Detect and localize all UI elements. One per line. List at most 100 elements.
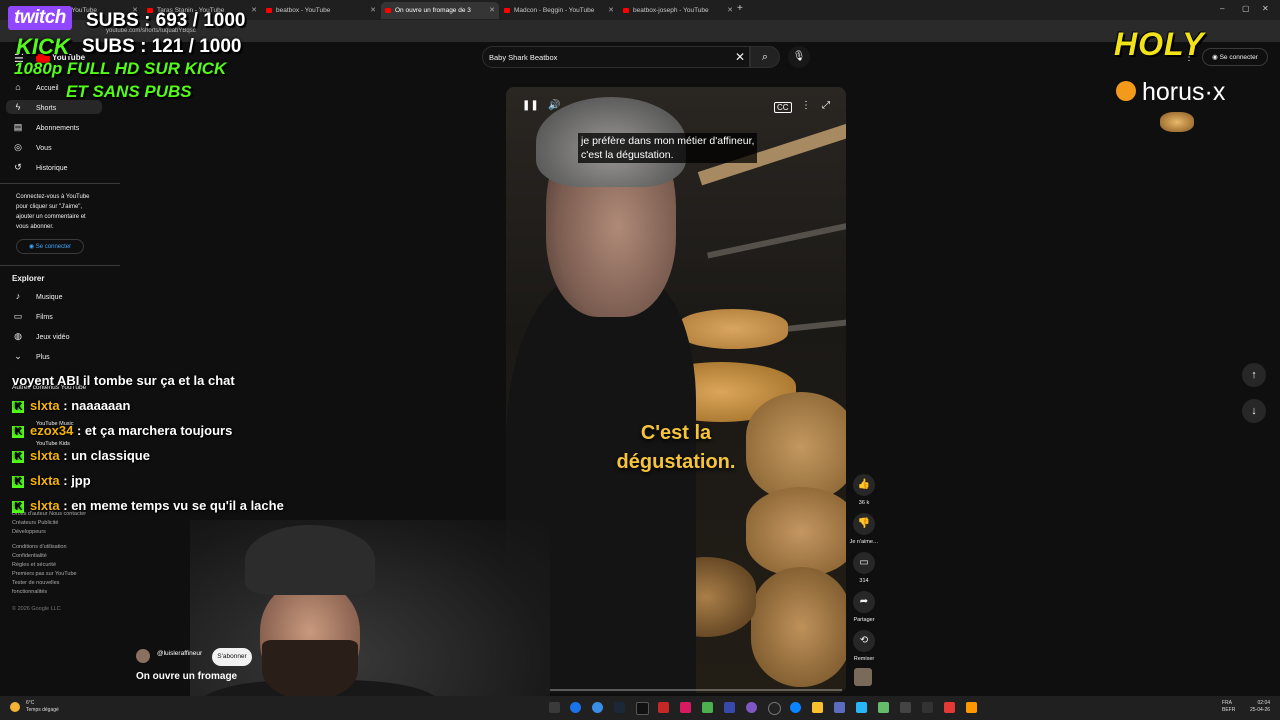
sidebar-item-shorts[interactable]: ϟ Shorts <box>6 100 102 114</box>
app-icon[interactable] <box>724 702 735 713</box>
comments-button[interactable]: ▭ 314 <box>852 552 876 584</box>
app-icon[interactable] <box>658 702 669 713</box>
fullscreen-icon[interactable]: ⤢ <box>822 100 830 111</box>
subscribe-button[interactable]: S'abonner <box>212 648 252 666</box>
vlc-icon[interactable] <box>966 702 977 713</box>
sidebar-item-music[interactable]: ♪ Musique <box>12 289 63 303</box>
edge-icon[interactable] <box>790 702 801 713</box>
chat-username: slxta <box>30 473 60 488</box>
next-short-button[interactable]: ↓ <box>1242 399 1266 423</box>
app-icon[interactable] <box>944 702 955 713</box>
app-icon[interactable] <box>834 702 845 713</box>
shorts-icon: ϟ <box>15 102 21 112</box>
video-burned-caption: C'est la dégustation. <box>566 419 786 477</box>
footer-link[interactable]: Conditions d'utilisation <box>12 543 77 552</box>
signin-prompt: Connectez-vous à YouTube pour cliquer su… <box>16 192 90 232</box>
app-icon[interactable] <box>922 702 933 713</box>
close-tab-icon[interactable]: ✕ <box>489 2 495 19</box>
search-icon: ⌕ <box>761 51 769 63</box>
app-icon[interactable] <box>856 702 867 713</box>
sidebar-item-subscriptions[interactable]: ▤ Abonnements <box>12 120 79 134</box>
sidebar-label: Historique <box>36 165 68 172</box>
sidebar-item-home[interactable]: ⌂ Accueil <box>12 80 59 94</box>
browser-tab[interactable]: beatbox - YouTube ✕ <box>262 2 380 19</box>
search-button[interactable]: ⌕ <box>750 46 780 68</box>
chrome-icon[interactable] <box>570 702 581 713</box>
chat-text: : un classique <box>59 448 150 463</box>
audio-thumbnail[interactable] <box>854 668 872 686</box>
app-icon[interactable] <box>702 702 713 713</box>
steam-icon[interactable] <box>614 702 625 713</box>
sidebar-item-more[interactable]: ⌄ Plus <box>12 349 49 363</box>
pause-icon[interactable]: ❚❚ <box>522 100 539 111</box>
signin-prompt-line: vous abonner. <box>16 224 54 230</box>
footer-link[interactable]: fonctionnalités <box>12 588 77 597</box>
remix-button[interactable]: ⟲ Remixer <box>852 630 876 662</box>
browser-tab[interactable]: Madcon - Beggin - YouTube ✕ <box>500 2 618 19</box>
video-subtitle: je préfère dans mon métier d'affineur, c… <box>578 133 758 163</box>
dislike-button[interactable]: 👎 Je n'aime… <box>846 513 882 545</box>
remix-icon: ⟲ <box>853 630 875 652</box>
footer-link[interactable]: Développeurs <box>12 528 86 537</box>
share-button[interactable]: ➦ Partager <box>852 591 876 623</box>
channel-name[interactable]: @luisleraffineur <box>157 650 202 657</box>
sidebar-label: Accueil <box>36 85 59 92</box>
close-tab-icon[interactable]: ✕ <box>370 2 376 19</box>
shorts-video-player[interactable]: ❚❚ 🔊 CC ⋮ ⤢ je préfère dans mon métier d… <box>506 87 846 693</box>
captions-icon[interactable]: CC <box>774 102 792 113</box>
weather-widget[interactable]: 6°C Temps dégagé <box>26 700 59 714</box>
voice-search-button[interactable]: 🎙 <box>788 46 810 68</box>
channel-avatar[interactable] <box>136 649 150 663</box>
like-button[interactable]: 👍 36 k <box>852 474 876 506</box>
clear-search-icon[interactable]: ✕ <box>735 50 745 64</box>
sidebar-label: Vous <box>36 145 52 152</box>
sidebar-item-history[interactable]: ↺ Historique <box>12 160 68 174</box>
close-tab-icon[interactable]: ✕ <box>608 2 614 19</box>
app-icon[interactable] <box>680 702 691 713</box>
video-progress-bar[interactable] <box>510 689 842 691</box>
app-icon[interactable] <box>878 702 889 713</box>
volume-icon[interactable]: 🔊 <box>548 100 560 111</box>
top-signin-button[interactable]: ◉ Se connecter <box>1202 48 1268 66</box>
film-icon: ▭ <box>13 311 23 321</box>
horus-logo-icon <box>1116 81 1136 101</box>
folder-icon[interactable] <box>812 702 823 713</box>
comment-icon: ▭ <box>853 552 875 574</box>
footer-link[interactable]: Confidentialité <box>12 552 77 561</box>
browser-tab-active[interactable]: On ouvre un fromage de 3 ✕ <box>381 2 499 19</box>
previous-short-button[interactable]: ↑ <box>1242 363 1266 387</box>
close-tab-icon[interactable]: ✕ <box>727 2 733 19</box>
thumbs-down-icon: 👎 <box>853 513 875 535</box>
close-window-icon[interactable]: ✕ <box>1262 4 1269 13</box>
sidebar-item-you[interactable]: ◎ Vous <box>12 140 52 154</box>
sidebar-item-gaming[interactable]: ◍ Jeux vidéo <box>12 329 69 343</box>
promo-line-2: ET SANS PUBS <box>66 82 192 101</box>
footer-link[interactable]: Tester de nouvelles <box>12 579 77 588</box>
weather-icon[interactable] <box>10 702 20 712</box>
streamer-webcam <box>190 520 550 720</box>
system-clock[interactable]: 02:04 25-04-26 <box>1250 700 1270 714</box>
sidebar-divider <box>0 265 120 266</box>
app-icon[interactable] <box>636 702 649 715</box>
sidebar-signin-button[interactable]: ◉ Se connecter <box>16 239 84 254</box>
app-icon[interactable] <box>900 702 911 713</box>
more-icon[interactable]: ⋮ <box>801 100 811 111</box>
likes-count: 36 k <box>858 500 870 506</box>
browser-tab[interactable]: beatbox-joseph - YouTube ✕ <box>619 2 737 19</box>
subtitle-line: je préfère dans mon métier d'affineur, <box>581 135 755 147</box>
maximize-icon[interactable]: ▢ <box>1242 4 1250 13</box>
clock-time: 02:04 <box>1257 700 1271 706</box>
footer-link[interactable]: Règles et sécurité <box>12 561 77 570</box>
app-icon[interactable] <box>768 702 781 715</box>
app-icon[interactable] <box>746 702 757 713</box>
footer-link[interactable]: Créateurs Publicité <box>12 519 86 528</box>
footer-link[interactable]: Premiers pas sur YouTube <box>12 570 77 579</box>
start-icon[interactable] <box>549 702 560 713</box>
close-tab-icon[interactable]: ✕ <box>251 2 257 19</box>
minimize-icon[interactable]: – <box>1220 4 1224 13</box>
app-icon[interactable] <box>592 702 603 713</box>
sidebar-item-films[interactable]: ▭ Films <box>12 309 53 323</box>
home-icon: ⌂ <box>15 82 21 92</box>
new-tab-button[interactable]: + <box>737 3 743 14</box>
language-indicator[interactable]: FRA BEFR <box>1222 700 1235 714</box>
